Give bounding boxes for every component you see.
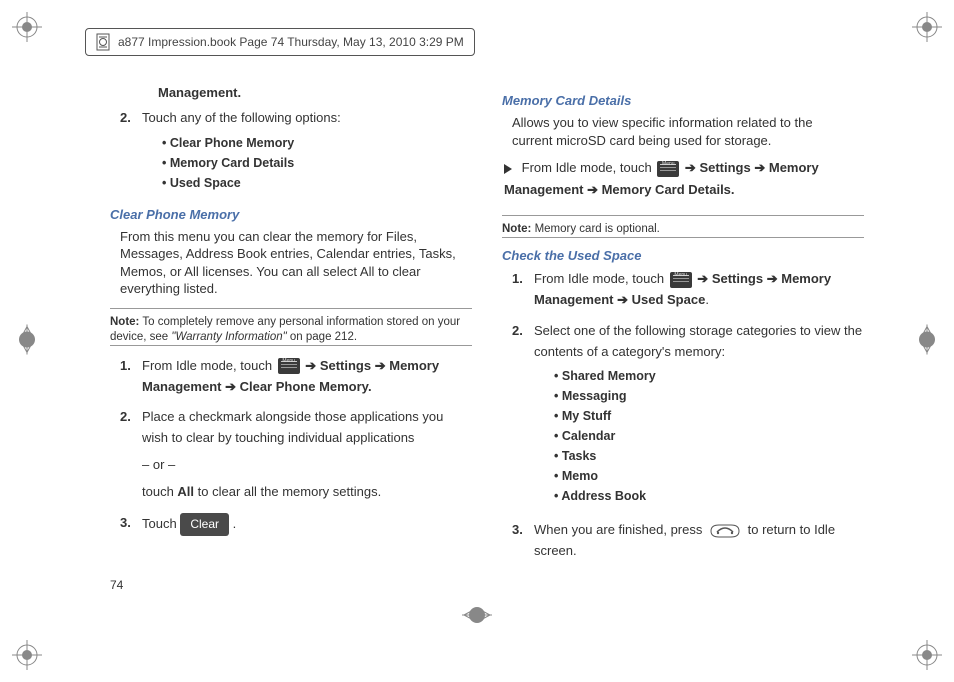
step-number: 2. xyxy=(120,108,142,197)
doc-header-text: a877 Impression.book Page 74 Thursday, M… xyxy=(118,35,464,49)
step-number: 3. xyxy=(512,520,534,562)
crop-side-icon xyxy=(462,600,492,633)
step-text: Touch xyxy=(142,516,180,531)
clear-button-graphic: Clear xyxy=(180,513,229,536)
step-item: 1. From Idle mode, touch Menu ➔ Settings… xyxy=(120,356,472,398)
step-item: 3. Touch Clear . xyxy=(120,513,472,536)
step-item: 1. From Idle mode, touch Menu ➔ Settings… xyxy=(512,269,864,311)
options-list: Clear Phone Memory Memory Card Details U… xyxy=(162,133,472,193)
step-text: Select one of the following storage cate… xyxy=(534,323,862,359)
right-column: Memory Card Details Allows you to view s… xyxy=(502,85,864,572)
crop-mark-icon xyxy=(12,640,42,670)
section-heading: Memory Card Details xyxy=(502,93,864,108)
doc-header: a877 Impression.book Page 74 Thursday, M… xyxy=(85,28,475,56)
step-text: When you are finished, press xyxy=(534,522,706,537)
step-number: 2. xyxy=(120,407,142,502)
category-item: Shared Memory xyxy=(554,366,864,386)
categories-list: Shared Memory Messaging My Stuff Calenda… xyxy=(554,366,864,506)
note-block: Note: Memory card is optional. xyxy=(502,216,864,238)
step-number: 1. xyxy=(120,356,142,398)
category-item: Address Book xyxy=(554,486,864,506)
crop-side-icon xyxy=(12,325,42,358)
note-block: Note: To completely remove any personal … xyxy=(110,309,472,346)
crop-side-icon xyxy=(912,325,942,358)
option-item: Clear Phone Memory xyxy=(162,133,472,153)
option-item: Memory Card Details xyxy=(162,153,472,173)
menu-icon: Menu xyxy=(278,358,300,374)
crop-mark-icon xyxy=(912,12,942,42)
section-body: Allows you to view specific information … xyxy=(512,114,854,149)
menu-icon: Menu xyxy=(657,161,679,177)
left-column: Management. 2. Touch any of the followin… xyxy=(110,85,472,572)
continued-heading: Management. xyxy=(158,85,472,100)
step-text: – or – xyxy=(142,455,472,476)
step-item: 2. Touch any of the following options: C… xyxy=(120,108,472,197)
category-item: Memo xyxy=(554,466,864,486)
category-item: Messaging xyxy=(554,386,864,406)
step-text: From Idle mode, touch xyxy=(534,271,668,286)
section-body: From this menu you can clear the memory … xyxy=(120,228,462,298)
step-number: 3. xyxy=(120,513,142,536)
crop-mark-icon xyxy=(912,640,942,670)
step-item: From Idle mode, touch Menu ➔ Settings ➔ … xyxy=(504,157,864,201)
section-heading: Clear Phone Memory xyxy=(110,207,472,222)
end-call-key-icon xyxy=(709,523,741,539)
step-item: 2. Select one of the following storage c… xyxy=(512,321,864,511)
category-item: Calendar xyxy=(554,426,864,446)
step-text: Touch any of the following options: xyxy=(142,110,341,125)
step-text: From Idle mode, touch xyxy=(142,358,276,373)
step-number: 1. xyxy=(512,269,534,311)
triangle-bullet-icon xyxy=(504,164,512,174)
section-heading: Check the Used Space xyxy=(502,248,864,263)
step-text: touch All to clear all the memory settin… xyxy=(142,482,472,503)
page-number: 74 xyxy=(110,578,123,592)
menu-icon: Menu xyxy=(670,272,692,288)
step-number: 2. xyxy=(512,321,534,511)
option-item: Used Space xyxy=(162,173,472,193)
step-item: 3. When you are finished, press to retur… xyxy=(512,520,864,562)
category-item: Tasks xyxy=(554,446,864,466)
crop-mark-icon xyxy=(12,12,42,42)
category-item: My Stuff xyxy=(554,406,864,426)
step-text: Place a checkmark alongside those applic… xyxy=(142,407,472,449)
step-item: 2. Place a checkmark alongside those app… xyxy=(120,407,472,502)
page-icon xyxy=(96,33,110,51)
page-content: Management. 2. Touch any of the followin… xyxy=(110,85,864,572)
